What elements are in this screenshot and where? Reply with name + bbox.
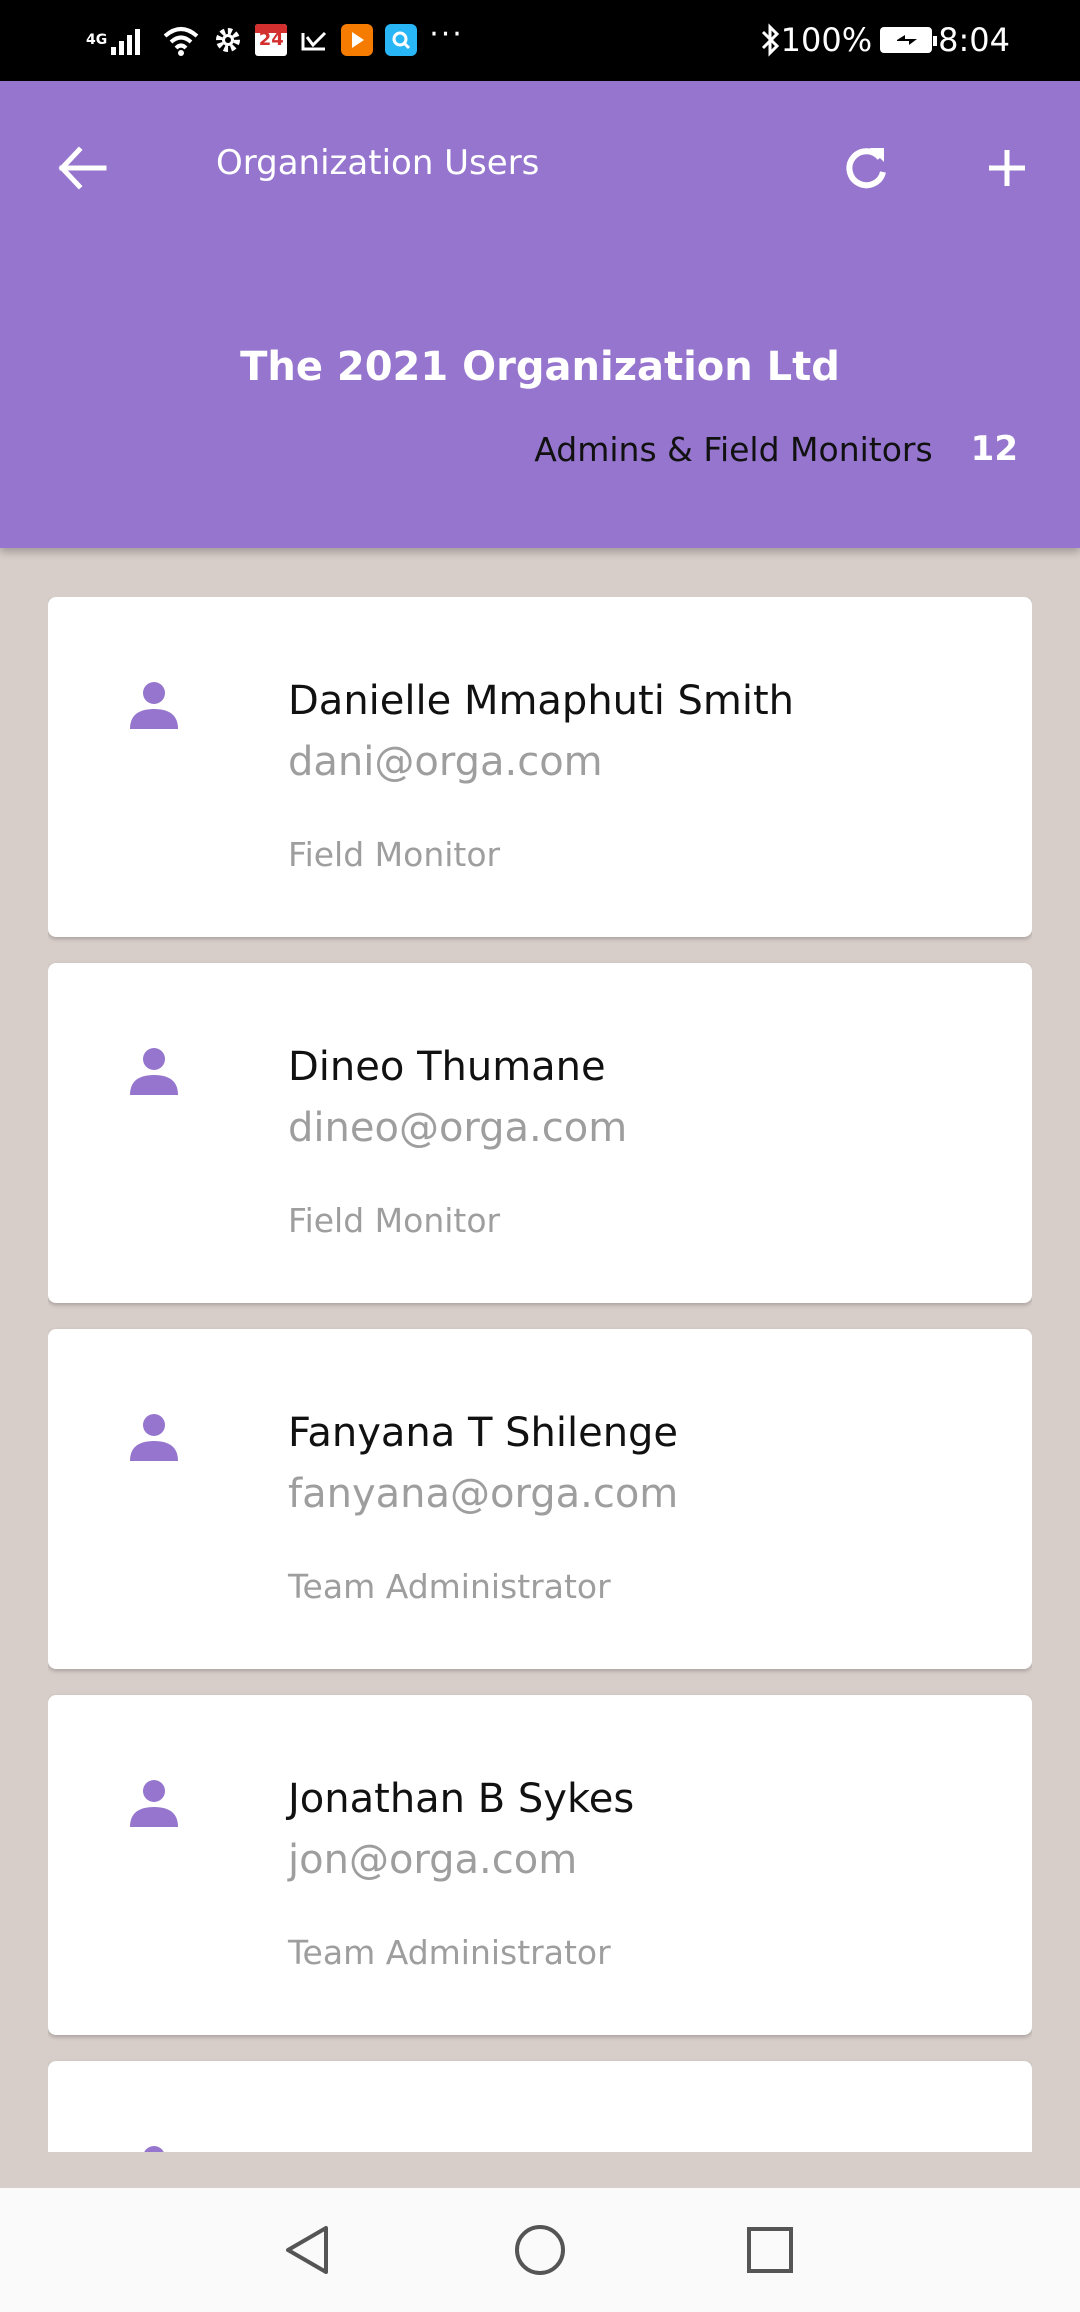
check-icon [299, 25, 329, 55]
add-user-button[interactable] [975, 136, 1039, 200]
nav-back-button[interactable] [274, 2216, 342, 2284]
user-email: jon@orga.com [288, 1837, 578, 1883]
user-count: 12 [970, 429, 1018, 469]
refresh-icon [846, 148, 886, 189]
gear-icon [213, 25, 243, 55]
user-role: Field Monitor [288, 835, 501, 874]
signal-icon: 4G [86, 25, 149, 55]
list-subtitle: Admins & Field Monitors [534, 429, 933, 469]
bluetooth-icon [759, 23, 781, 57]
search-app-icon [385, 24, 418, 56]
organization-name: The 2021 Organization Ltd [0, 343, 1080, 391]
user-role: Field Monitor [288, 1201, 501, 1240]
arrow-left-icon [58, 146, 107, 190]
user-name: Fanyana T Shilenge [288, 1410, 679, 1456]
person-icon [130, 682, 178, 729]
user-name: Dineo Thumane [288, 1044, 606, 1090]
home-circle-icon [515, 2225, 565, 2275]
person-icon [130, 1780, 178, 1827]
user-email: dineo@orga.com [288, 1105, 628, 1151]
status-bar: 4G 24 ··· 100% 8:04 [0, 0, 1080, 81]
clock: 8:04 [938, 21, 1010, 59]
status-left-icons: 4G 24 ··· [86, 18, 476, 62]
nav-recents-button[interactable] [736, 2216, 804, 2284]
user-card-partial[interactable] [48, 2061, 1032, 2152]
user-name: Danielle Mmaphuti Smith [288, 678, 795, 724]
more-dots-icon: ··· [429, 17, 464, 52]
user-count-row: Admins & Field Monitors 12 [534, 429, 1018, 469]
system-nav-bar [0, 2188, 1080, 2312]
person-icon [144, 2146, 164, 2152]
app-header: Organization Users The 2021 Organization… [0, 81, 1080, 548]
back-triangle-icon [286, 2226, 328, 2274]
network-type: 4G [86, 32, 108, 48]
recents-square-icon [747, 2227, 793, 2273]
person-icon [130, 1414, 178, 1461]
user-role: Team Administrator [288, 1567, 611, 1606]
nav-home-button[interactable] [506, 2216, 574, 2284]
user-email: fanyana@orga.com [288, 1471, 679, 1517]
back-button[interactable] [52, 136, 116, 200]
page-title: Organization Users [216, 143, 540, 183]
user-card[interactable]: Fanyana T Shilenge fanyana@orga.com Team… [48, 1329, 1032, 1669]
battery-icon [880, 27, 938, 53]
play-icon [341, 24, 374, 56]
user-card[interactable]: Dineo Thumane dineo@orga.com Field Monit… [48, 963, 1032, 1303]
calendar-icon: 24 [255, 24, 288, 56]
status-right: 100% 8:04 [759, 18, 1010, 62]
user-email: dani@orga.com [288, 739, 603, 785]
refresh-button[interactable] [834, 136, 898, 200]
organization-name-text: The 2021 Organization Ltd [240, 344, 840, 390]
battery-percent: 100% [780, 21, 873, 59]
plus-icon [989, 150, 1025, 186]
person-icon [130, 1048, 178, 1095]
user-list[interactable]: Danielle Mmaphuti Smith dani@orga.com Fi… [48, 597, 1032, 2152]
wifi-icon [161, 24, 201, 56]
user-card[interactable]: Jonathan B Sykes jon@orga.com Team Admin… [48, 1695, 1032, 2035]
user-name: Jonathan B Sykes [288, 1776, 635, 1822]
user-card[interactable]: Danielle Mmaphuti Smith dani@orga.com Fi… [48, 597, 1032, 937]
user-role: Team Administrator [288, 1933, 611, 1972]
